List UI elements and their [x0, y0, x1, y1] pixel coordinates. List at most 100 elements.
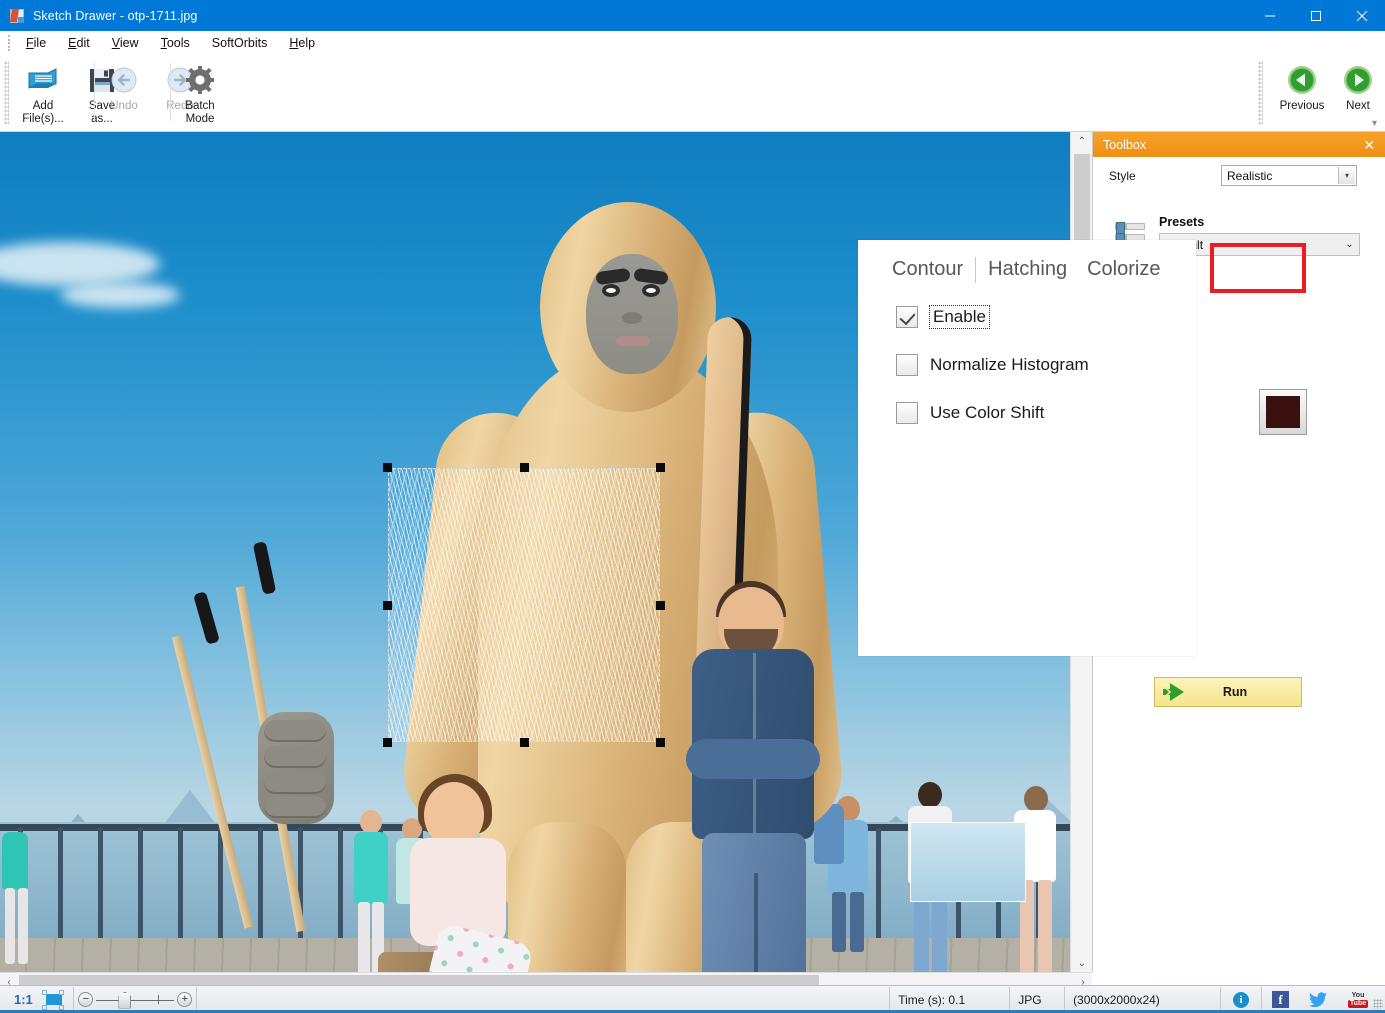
previous-label: Previous	[1280, 100, 1325, 113]
toolbar-group-batch: Batch Mode	[172, 57, 228, 129]
next-label: Next	[1346, 100, 1370, 113]
menu-item-softorbits[interactable]: SoftOrbits	[201, 33, 279, 53]
style-combobox[interactable]: Realistic ▾	[1221, 165, 1357, 186]
batch-mode-button[interactable]: Batch Mode	[172, 57, 228, 129]
toolbar-grip-icon	[4, 61, 9, 125]
cloud	[60, 282, 180, 308]
fit-to-window-icon[interactable]	[41, 990, 66, 1010]
enable-checkbox[interactable]	[896, 306, 918, 328]
application-window: Sketch Drawer - otp-1711.jpg File Edit V…	[0, 0, 1385, 1013]
selection-handle-s[interactable]	[520, 738, 529, 747]
twitter-icon	[1309, 992, 1327, 1007]
person-background	[348, 810, 394, 972]
presets-label: Presets	[1159, 215, 1204, 229]
facebook-button[interactable]: f	[1261, 987, 1299, 1013]
enable-label: Enable	[930, 306, 989, 328]
selection-handle-sw[interactable]	[383, 738, 392, 747]
status-bar: 1:1 − + Time (s): 0.1 JPG (3000x2000x24)…	[0, 985, 1385, 1013]
toolbar-grip-right-icon	[1258, 61, 1263, 125]
selection-handle-nw[interactable]	[383, 463, 392, 472]
facebook-icon: f	[1272, 991, 1289, 1008]
toolbox-close-icon[interactable]: ✕	[1358, 136, 1380, 154]
scroll-up-icon[interactable]: ⌃	[1071, 132, 1093, 150]
status-message-cell	[197, 987, 890, 1013]
previous-icon	[1286, 63, 1318, 97]
menu-grip-icon	[6, 35, 13, 51]
resize-grip-icon[interactable]	[1373, 999, 1383, 1009]
toolbar-group-navigation: Previous Next	[1274, 57, 1385, 129]
zoom-out-button[interactable]: −	[78, 992, 93, 1007]
youtube-line-1: You	[1352, 992, 1365, 1000]
file-format-cell: JPG	[1010, 987, 1065, 1013]
add-files-button[interactable]: Add File(s)...	[12, 57, 74, 129]
zoom-ratio-label: 1:1	[0, 992, 41, 1007]
undo-icon	[109, 63, 139, 97]
processing-time-cell: Time (s): 0.1	[890, 987, 1010, 1013]
tab-contour[interactable]: Contour	[882, 254, 973, 285]
menu-item-file[interactable]: File	[15, 33, 57, 53]
app-icon	[9, 8, 25, 24]
selection-handle-e[interactable]	[656, 601, 665, 610]
menu-item-tools[interactable]: Tools	[150, 33, 201, 53]
gear-icon	[185, 63, 215, 97]
selection-handle-n[interactable]	[520, 463, 529, 472]
title-bar: Sketch Drawer - otp-1711.jpg	[0, 0, 1385, 31]
man-subject	[676, 587, 836, 972]
selection-handle-se[interactable]	[656, 738, 665, 747]
menu-label-file: ile	[34, 36, 47, 50]
scroll-down-icon[interactable]: ⌄	[1071, 954, 1093, 972]
person-background	[0, 832, 40, 972]
normalize-histogram-checkbox[interactable]	[896, 354, 918, 376]
add-files-label: Add File(s)...	[22, 100, 64, 126]
color-swatch-fill	[1266, 396, 1300, 428]
zoom-slider-thumb[interactable]	[118, 992, 131, 1009]
info-icon: i	[1233, 992, 1249, 1008]
minimize-button[interactable]	[1247, 0, 1293, 31]
undo-label: Undo	[110, 100, 138, 113]
add-files-icon	[26, 63, 60, 97]
info-button[interactable]: i	[1221, 987, 1261, 1013]
statue-face	[586, 254, 678, 374]
maximize-button[interactable]	[1293, 0, 1339, 31]
toolbox-title: Toolbox	[1103, 138, 1146, 152]
undo-button[interactable]: Undo	[96, 57, 152, 129]
enable-checkbox-row[interactable]: Enable	[896, 306, 989, 328]
next-button[interactable]: Next	[1330, 57, 1385, 129]
previous-button[interactable]: Previous	[1274, 57, 1330, 129]
tab-colorize[interactable]: Colorize	[1077, 254, 1170, 285]
menu-item-help[interactable]: Help	[278, 33, 326, 53]
selection-handle-ne[interactable]	[656, 463, 665, 472]
use-color-shift-checkbox[interactable]	[896, 402, 918, 424]
tab-hatching[interactable]: Hatching	[978, 254, 1077, 285]
next-icon	[1342, 63, 1374, 97]
zoom-in-button[interactable]: +	[177, 992, 192, 1007]
menu-item-view[interactable]: View	[101, 33, 150, 53]
close-button[interactable]	[1339, 0, 1385, 31]
window-controls	[1247, 0, 1385, 31]
zoom-slider-tick	[158, 995, 159, 1004]
toolbar: Add File(s)... Save as...	[0, 55, 1385, 132]
chevron-down-icon[interactable]: ⌄	[1341, 235, 1358, 254]
run-label: Run	[1195, 685, 1301, 699]
zoom-slider[interactable]: − +	[74, 987, 196, 1013]
run-arrow-icon	[1155, 682, 1195, 702]
normalize-histogram-checkbox-row[interactable]: Normalize Histogram	[896, 354, 1089, 376]
window-title: Sketch Drawer - otp-1711.jpg	[33, 9, 197, 23]
toolbar-separator-2	[170, 63, 171, 121]
toolbar-separator-1	[94, 63, 95, 121]
selection-handle-w[interactable]	[383, 601, 392, 610]
effect-tabs: Contour Hatching Colorize	[882, 254, 1170, 285]
normalize-histogram-label: Normalize Histogram	[930, 355, 1089, 375]
style-value: Realistic	[1227, 169, 1272, 183]
menu-item-edit[interactable]: Edit	[57, 33, 101, 53]
twitter-button[interactable]	[1299, 987, 1337, 1013]
selection-rectangle[interactable]	[388, 468, 660, 742]
statue-hand	[258, 712, 334, 824]
style-label: Style	[1109, 169, 1136, 183]
run-button[interactable]: Run	[1154, 677, 1302, 707]
use-color-shift-label: Use Color Shift	[930, 403, 1044, 423]
use-color-shift-checkbox-row[interactable]: Use Color Shift	[896, 402, 1044, 424]
colorize-color-swatch[interactable]	[1259, 389, 1307, 435]
chevron-down-icon[interactable]: ▾	[1338, 167, 1355, 184]
youtube-icon: You Tube	[1347, 991, 1369, 1009]
